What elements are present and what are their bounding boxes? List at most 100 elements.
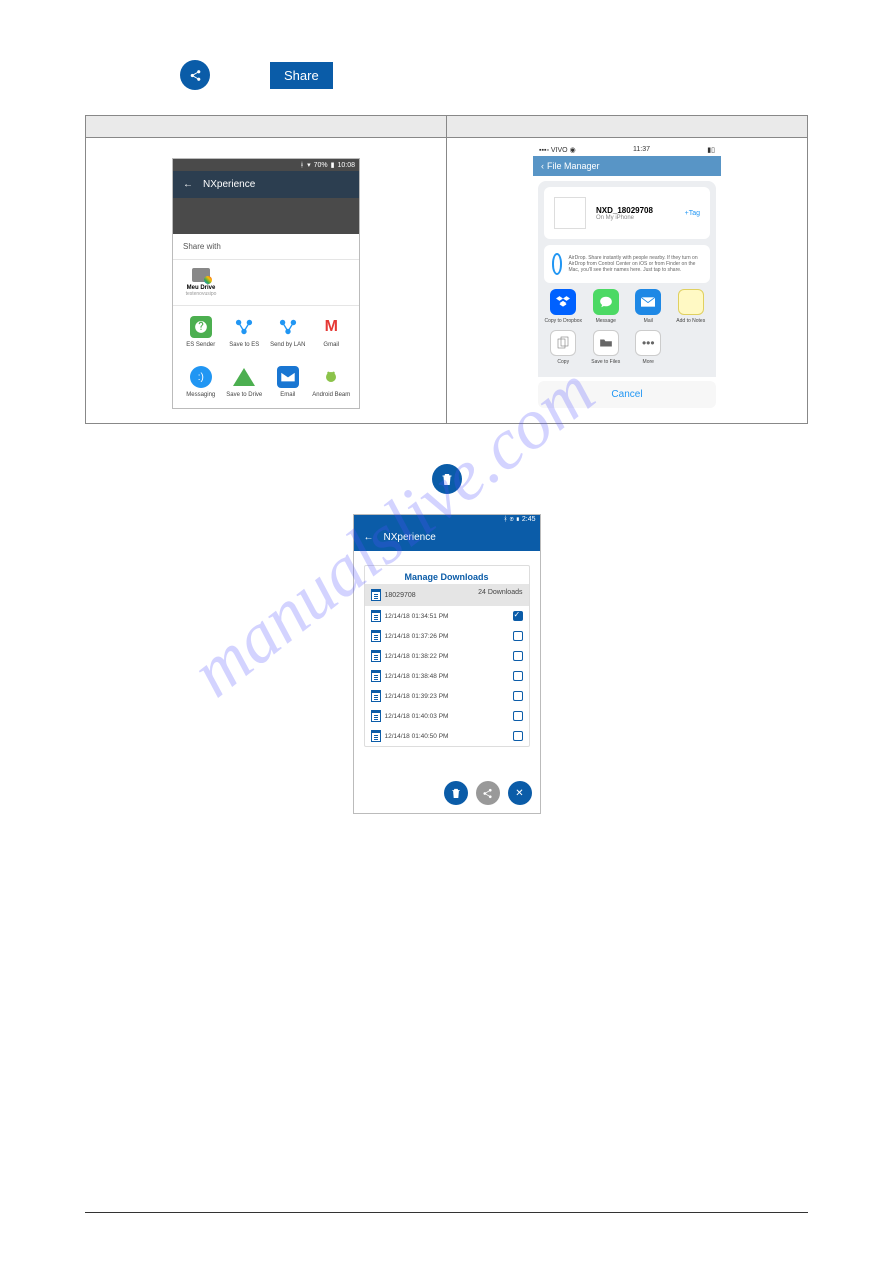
save-to-drive-item[interactable]: Save to Drive: [223, 366, 267, 398]
share-icon-button[interactable]: [180, 60, 210, 90]
download-checkbox[interactable]: [513, 711, 523, 721]
notes-item[interactable]: Add to Notes: [672, 289, 711, 324]
share-button[interactable]: Share: [270, 62, 333, 89]
nav-title[interactable]: File Manager: [547, 161, 600, 171]
file-icon: [371, 670, 381, 682]
email-item[interactable]: Email: [266, 366, 310, 398]
airdrop-icon: [552, 253, 562, 275]
table-header-left: [86, 116, 447, 138]
fab-row: ✕: [444, 781, 532, 805]
send-by-lan-label: Send by LAN: [266, 342, 310, 348]
file-icon: [371, 690, 381, 702]
delete-icon-button[interactable]: [432, 464, 462, 494]
cancel-button[interactable]: Cancel: [538, 381, 716, 408]
notes-label: Add to Notes: [672, 318, 711, 324]
download-row[interactable]: 12/14/18 01:38:48 PM: [365, 666, 529, 686]
email-label: Email: [266, 392, 310, 398]
android-status-bar: ᚼ ▾ 70% ▮ 10:08: [173, 159, 359, 171]
footer-rule: [85, 1212, 808, 1213]
file-name: NXD_18029708: [596, 206, 675, 215]
download-row[interactable]: 12/14/18 01:40:50 PM: [365, 726, 529, 746]
mail-item[interactable]: Mail: [629, 289, 668, 324]
message-item[interactable]: Message: [587, 289, 626, 324]
folder-icon: [593, 330, 619, 356]
gmail-item[interactable]: M Gmail: [310, 316, 354, 348]
time: 10:08: [337, 162, 355, 169]
download-list: 12/14/18 01:34:51 PM 12/14/18 01:37:26 PM…: [365, 606, 529, 746]
app-title: NXperience: [384, 532, 436, 543]
back-arrow-icon[interactable]: ←: [364, 532, 374, 543]
download-row[interactable]: 12/14/18 01:38:22 PM: [365, 646, 529, 666]
download-count: 24 Downloads: [478, 589, 522, 601]
copy-item[interactable]: Copy: [544, 330, 583, 365]
send-by-lan-item[interactable]: Send by LAN: [266, 316, 310, 348]
app-title: NXperience: [203, 179, 255, 190]
airdrop-text: AirDrop. Share instantly with people nea…: [568, 255, 702, 273]
back-arrow-icon[interactable]: ←: [183, 179, 193, 190]
download-checkbox[interactable]: [513, 631, 523, 641]
message-label: Message: [587, 318, 626, 324]
close-icon: ✕: [515, 788, 523, 799]
ios-apps-row1: Copy to Dropbox Message Mail Add to Note…: [544, 289, 710, 324]
messaging-label: Messaging: [179, 392, 223, 398]
signal-icon: ▪▪▪▫: [539, 147, 549, 154]
save-to-es-item[interactable]: Save to ES: [223, 316, 267, 348]
device-header[interactable]: 18029708 24 Downloads: [365, 584, 529, 606]
drive-target[interactable]: Meu Drive testenovusipo: [183, 268, 219, 297]
save-files-item[interactable]: Save to Files: [587, 330, 626, 365]
delete-fab[interactable]: [444, 781, 468, 805]
bluetooth-icon: ᚼ: [300, 162, 304, 169]
dl-status-bar: ᚼ ◉ ▮ 2:45: [354, 515, 540, 524]
download-timestamp: 12/14/18 01:34:51 PM: [385, 613, 449, 620]
downloads-card: Manage Downloads 18029708 24 Downloads 1…: [364, 565, 530, 747]
downloads-screenshot: ᚼ ◉ ▮ 2:45 ← NXperience Manage Downloads…: [353, 514, 541, 814]
download-row[interactable]: 12/14/18 01:37:26 PM: [365, 626, 529, 646]
download-checkbox[interactable]: [513, 731, 523, 741]
ios-share-sheet: NXD_18029708 On My iPhone +Tag AirDrop. …: [538, 181, 716, 377]
file-icon: [371, 730, 381, 742]
share-with-label: Share with: [173, 234, 359, 260]
dropbox-icon: [550, 289, 576, 315]
share-drive-row: Meu Drive testenovusipo: [173, 260, 359, 306]
share-icon: [482, 788, 493, 799]
airdrop-card[interactable]: AirDrop. Share instantly with people nea…: [544, 245, 710, 283]
copy-label: Copy: [544, 359, 583, 365]
back-chevron-icon[interactable]: ‹: [541, 161, 544, 171]
wifi-icon: ▾: [307, 161, 311, 169]
table-header-right: [447, 116, 808, 138]
tag-button[interactable]: +Tag: [685, 210, 700, 217]
download-row[interactable]: 12/14/18 01:39:23 PM: [365, 686, 529, 706]
download-checkbox[interactable]: [513, 651, 523, 661]
file-icon: [371, 650, 381, 662]
download-checkbox[interactable]: [513, 691, 523, 701]
dropbox-item[interactable]: Copy to Dropbox: [544, 289, 583, 324]
download-row[interactable]: 12/14/18 01:34:51 PM: [365, 606, 529, 626]
android-beam-label: Android Beam: [310, 392, 354, 398]
share-fab[interactable]: [476, 781, 500, 805]
notes-icon: [678, 289, 704, 315]
android-app-bar: ← NXperience: [173, 171, 359, 198]
download-timestamp: 12/14/18 01:38:22 PM: [385, 653, 449, 660]
more-item[interactable]: •••More: [629, 330, 668, 365]
download-timestamp: 12/14/18 01:40:03 PM: [385, 713, 449, 720]
messaging-item[interactable]: :) Messaging: [179, 366, 223, 398]
ios-nav-bar: ‹ File Manager: [533, 156, 721, 176]
download-row[interactable]: 12/14/18 01:40:03 PM: [365, 706, 529, 726]
es-sender-item[interactable]: ES Sender: [179, 316, 223, 348]
download-checkbox[interactable]: [513, 671, 523, 681]
close-fab[interactable]: ✕: [508, 781, 532, 805]
gmail-icon: M: [320, 316, 342, 338]
download-timestamp: 12/14/18 01:38:48 PM: [385, 673, 449, 680]
download-checkbox[interactable]: [513, 611, 523, 621]
mail-label: Mail: [629, 318, 668, 324]
messaging-icon: :): [190, 366, 212, 388]
file-icon: [371, 710, 381, 722]
download-timestamp: 12/14/18 01:39:23 PM: [385, 693, 449, 700]
android-beam-item[interactable]: Android Beam: [310, 366, 354, 398]
wifi-icon: ◉: [570, 147, 576, 154]
ios-apps-row2: Copy Save to Files •••More: [544, 330, 710, 365]
dl-app-bar: ← NXperience: [354, 524, 540, 551]
drive-sub: testenovusipo: [183, 291, 219, 297]
es-sender-icon: [190, 316, 212, 338]
more-label: More: [629, 359, 668, 365]
